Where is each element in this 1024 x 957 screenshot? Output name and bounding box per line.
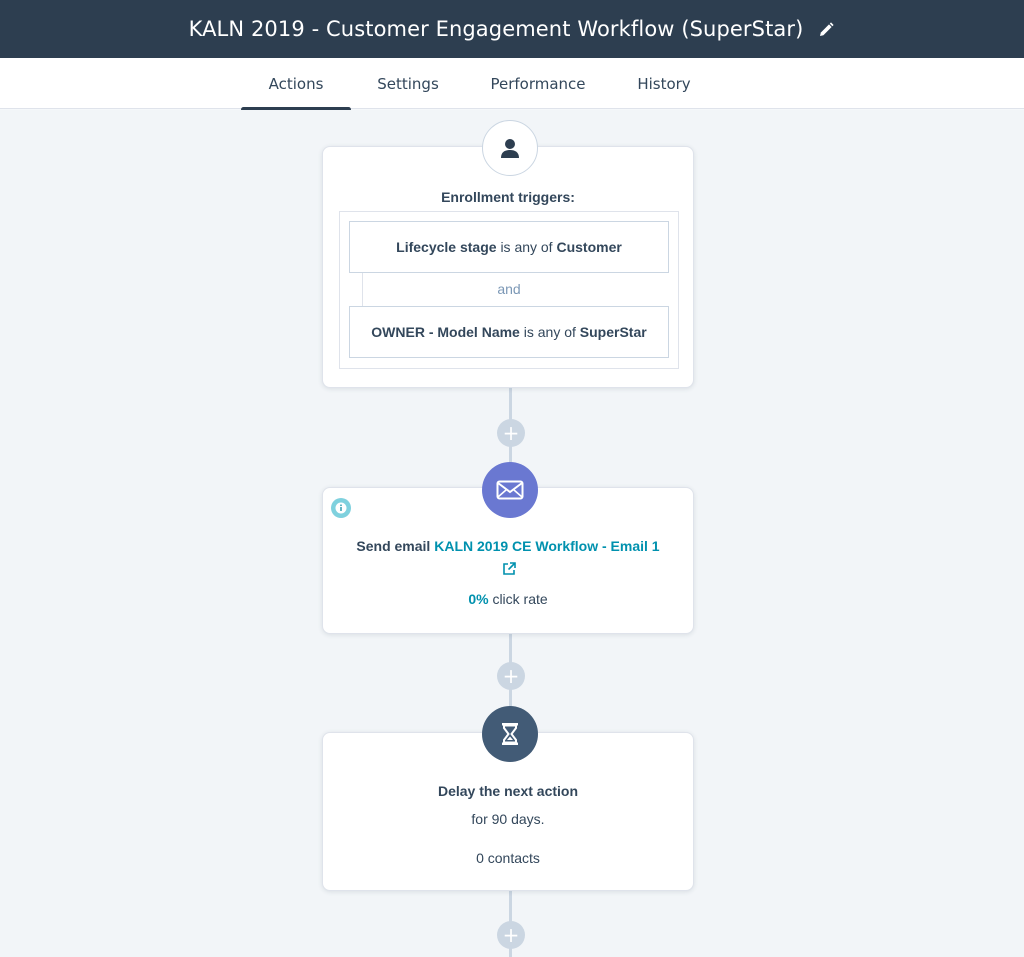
condition-operator: is any of bbox=[523, 324, 576, 340]
plus-icon: + bbox=[502, 923, 520, 947]
click-rate-line: 0% click rate bbox=[323, 591, 693, 607]
delay-contacts-count[interactable]: 0 contacts bbox=[323, 850, 693, 866]
condition-operator: is any of bbox=[500, 239, 553, 255]
condition-property: OWNER - Model Name bbox=[371, 324, 520, 340]
condition-joiner: and bbox=[497, 281, 521, 297]
trigger-filter-group: Lifecycle stage is any of Customer and O… bbox=[339, 211, 679, 369]
trigger-condition[interactable]: Lifecycle stage is any of Customer bbox=[349, 221, 669, 273]
tab-bar: Actions Settings Performance History bbox=[0, 58, 1024, 112]
plus-icon: + bbox=[502, 421, 520, 445]
tab-actions-label: Actions bbox=[268, 74, 324, 93]
send-email-prefix: Send email bbox=[356, 538, 431, 554]
add-action-button[interactable]: + bbox=[497, 662, 525, 690]
click-rate-value[interactable]: 0% bbox=[468, 591, 488, 607]
contact-person-icon bbox=[482, 120, 538, 176]
tab-performance-label: Performance bbox=[490, 74, 586, 93]
click-rate-label: click rate bbox=[492, 591, 548, 607]
condition-value: SuperStar bbox=[579, 324, 647, 340]
workflow-title-bar: KALN 2019 - Customer Engagement Workflow… bbox=[0, 0, 1024, 58]
enrollment-trigger-card[interactable]: Enrollment triggers: Lifecycle stage is … bbox=[322, 146, 694, 388]
tab-performance[interactable]: Performance bbox=[480, 58, 596, 109]
plus-icon: + bbox=[502, 664, 520, 688]
external-link-icon[interactable] bbox=[501, 561, 517, 577]
trigger-condition[interactable]: OWNER - Model Name is any of SuperStar bbox=[349, 306, 669, 358]
email-name-link[interactable]: KALN 2019 CE Workflow - Email 1 bbox=[434, 538, 659, 554]
hourglass-icon bbox=[482, 706, 538, 762]
condition-property: Lifecycle stage bbox=[396, 239, 497, 255]
delay-title: Delay the next action bbox=[437, 783, 579, 799]
send-email-line: Send email KALN 2019 CE Workflow - Email… bbox=[323, 538, 693, 554]
tab-settings-label: Settings bbox=[377, 74, 439, 93]
condition-value: Customer bbox=[556, 239, 622, 255]
add-action-button[interactable]: + bbox=[497, 419, 525, 447]
envelope-icon bbox=[482, 462, 538, 518]
pencil-icon[interactable] bbox=[817, 20, 835, 38]
add-action-button[interactable]: + bbox=[497, 921, 525, 949]
tab-history[interactable]: History bbox=[624, 58, 704, 109]
tab-history-label: History bbox=[637, 74, 691, 93]
info-icon[interactable] bbox=[331, 498, 351, 518]
tab-actions[interactable]: Actions bbox=[241, 58, 351, 112]
delay-duration: for 90 days. bbox=[471, 811, 545, 827]
workflow-title[interactable]: KALN 2019 - Customer Engagement Workflow… bbox=[189, 17, 804, 41]
tab-settings[interactable]: Settings bbox=[365, 58, 451, 109]
enrollment-triggers-label: Enrollment triggers: bbox=[441, 189, 575, 205]
